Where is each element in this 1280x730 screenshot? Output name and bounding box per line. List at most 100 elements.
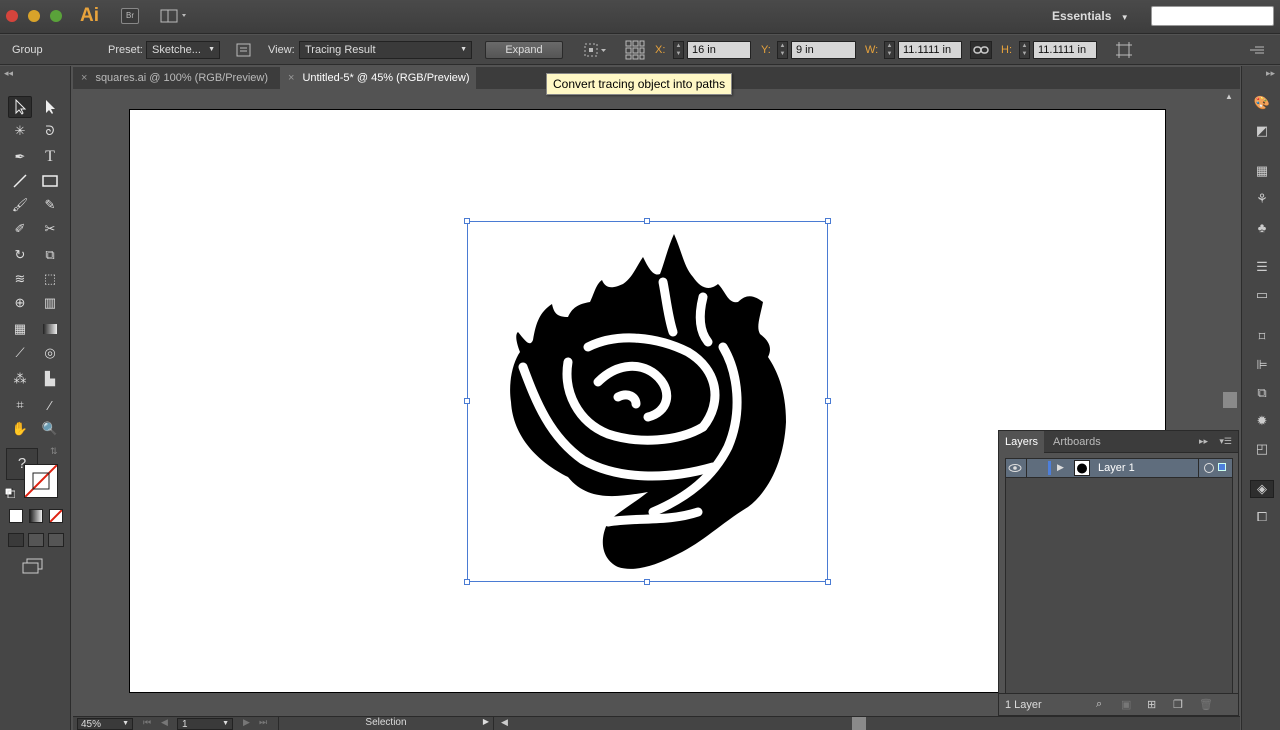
constrain-proportions-link-icon[interactable] [970, 41, 992, 59]
eyedropper-tool[interactable]: ⟋ [8, 342, 32, 364]
none-mode-button[interactable] [49, 509, 63, 523]
layers-panel-icon[interactable]: ◈ [1250, 480, 1274, 498]
collapse-panel-icon[interactable]: ▸▸ [1199, 436, 1208, 447]
draw-behind-icon[interactable] [28, 533, 44, 547]
eye-visibility-icon[interactable] [1008, 462, 1022, 474]
stroke-swatch[interactable] [24, 464, 58, 498]
workspace-switcher[interactable]: Essentials ▼ [1052, 9, 1129, 23]
slice-tool[interactable]: ⁄ [38, 394, 62, 416]
collapse-panel-icon[interactable]: ◂◂ [4, 68, 13, 79]
perspective-grid-tool[interactable]: ▥ [38, 292, 62, 314]
close-window-button[interactable] [6, 10, 18, 22]
magic-wand-tool[interactable]: ✳ [8, 120, 32, 142]
y-stepper[interactable]: ▲ ▼ [777, 41, 788, 59]
h-stepper[interactable]: ▲ ▼ [1019, 41, 1030, 59]
scale-tool[interactable]: ⧉ [38, 244, 62, 266]
rose-tracing-artwork[interactable] [468, 222, 829, 583]
make-clipping-mask-icon[interactable]: ▣ [1121, 698, 1131, 711]
y-field[interactable]: 9 in [791, 41, 856, 59]
draw-normal-icon[interactable] [8, 533, 24, 547]
scrollbar-thumb[interactable] [1223, 392, 1237, 408]
color-mode-button[interactable] [9, 509, 23, 523]
default-fill-stroke-icon[interactable] [4, 487, 16, 499]
blend-tool[interactable]: ◎ [38, 342, 62, 364]
swatches-panel-icon[interactable]: ▦ [1252, 162, 1272, 180]
first-artboard-icon[interactable]: ⏮ [143, 717, 151, 728]
mesh-tool[interactable]: ▦ [8, 318, 32, 340]
transform-panel-icon[interactable]: ⌑ [1252, 328, 1272, 346]
type-tool[interactable]: T [38, 146, 62, 168]
align-panel-icon[interactable]: ⊫ [1252, 356, 1272, 374]
layer-row[interactable]: ▶ Layer 1 [1005, 458, 1233, 478]
direct-selection-tool[interactable] [38, 96, 62, 118]
selection-bounding-box[interactable] [464, 218, 831, 585]
w-field[interactable]: 11.1111 in [898, 41, 962, 59]
free-transform-tool[interactable]: ⬚ [38, 268, 62, 290]
artboard-tool[interactable]: ⌗ [8, 394, 32, 416]
symbols-panel-icon[interactable]: ♣ [1252, 218, 1272, 236]
tab-untitled-5[interactable]: × Untitled-5* @ 45% (RGB/Preview) [280, 67, 476, 89]
view-dropdown[interactable]: Tracing Result ▼ [299, 41, 472, 59]
paintbrush-tool[interactable]: 🖌 [8, 194, 32, 216]
hand-tool[interactable]: ✋ [8, 418, 32, 440]
panel-menu-icon[interactable]: ▾☰ [1219, 436, 1232, 447]
align-selection-icon[interactable] [584, 43, 608, 57]
next-artboard-icon[interactable]: ▶ [243, 717, 250, 728]
control-panel-menu-icon[interactable] [1250, 44, 1264, 56]
pathfinder-panel-icon[interactable]: ⧉ [1252, 384, 1272, 402]
zoom-field[interactable]: 45% ▼ [77, 718, 133, 730]
shape-builder-tool[interactable]: ⊕ [8, 292, 32, 314]
previous-artboard-icon[interactable]: ◀ [161, 717, 168, 728]
draw-inside-icon[interactable] [48, 533, 64, 547]
arrange-documents-button[interactable] [160, 8, 188, 24]
new-sublayer-icon[interactable]: ⊞ [1147, 698, 1156, 711]
blob-brush-tool[interactable]: ✐ [8, 218, 32, 240]
x-field[interactable]: 16 in [687, 41, 751, 59]
color-guide-icon[interactable]: ◩ [1252, 122, 1272, 140]
lasso-tool[interactable]: ᘐ [38, 120, 62, 142]
zoom-tool[interactable]: 🔍 [38, 418, 62, 440]
graphic-styles-icon[interactable]: ◰ [1252, 440, 1272, 458]
line-segment-tool[interactable] [8, 170, 32, 192]
symbol-sprayer-tool[interactable]: ⁂ [8, 368, 32, 390]
expand-button[interactable]: Expand [485, 41, 563, 59]
layer-name[interactable]: Layer 1 [1098, 462, 1135, 474]
color-panel-icon[interactable]: 🎨 [1252, 94, 1272, 112]
reference-point-icon[interactable] [625, 40, 645, 60]
expand-panels-icon[interactable]: ▸▸ [1266, 68, 1275, 79]
gradient-tool[interactable] [38, 318, 62, 340]
horizontal-scrollbar-thumb[interactable] [852, 717, 866, 730]
scissors-tool[interactable]: ✂ [38, 218, 62, 240]
help-search-input[interactable] [1151, 6, 1274, 26]
disclosure-triangle-icon[interactable]: ▶ [1057, 462, 1064, 473]
h-field[interactable]: 11.1111 in [1033, 41, 1097, 59]
scroll-up-arrow-icon[interactable]: ▲ [1225, 92, 1233, 101]
rotate-tool[interactable]: ↻ [8, 244, 32, 266]
zoom-window-button[interactable] [50, 10, 62, 22]
stroke-panel-icon[interactable]: ☰ [1252, 258, 1272, 276]
close-icon[interactable]: × [81, 72, 87, 84]
gradient-panel-icon[interactable]: ▭ [1252, 286, 1272, 304]
tab-squares[interactable]: × squares.ai @ 100% (RGB/Preview) [73, 67, 274, 89]
appearance-panel-icon[interactable]: ✹ [1252, 412, 1272, 430]
screen-mode-icon[interactable] [22, 558, 44, 574]
rectangle-tool[interactable] [38, 170, 62, 192]
w-stepper[interactable]: ▲ ▼ [884, 41, 895, 59]
brushes-panel-icon[interactable]: ⚘ [1252, 190, 1272, 208]
gradient-mode-button[interactable] [29, 509, 43, 523]
width-tool[interactable]: ≋ [8, 268, 32, 290]
selection-square-icon[interactable] [1218, 463, 1226, 471]
bridge-button[interactable]: Br [121, 8, 139, 24]
trash-icon[interactable]: 🗑 [1199, 698, 1213, 711]
locate-object-icon[interactable]: ⌕ [1096, 698, 1102, 711]
transform-panel-icon[interactable] [1116, 42, 1132, 58]
minimize-window-button[interactable] [28, 10, 40, 22]
new-layer-icon[interactable]: ❐ [1173, 698, 1183, 711]
pencil-tool[interactable]: ✎ [38, 194, 62, 216]
target-circle-icon[interactable] [1204, 463, 1214, 473]
artboard-number-field[interactable]: 1 ▼ [177, 718, 233, 730]
close-icon[interactable]: × [288, 72, 294, 84]
artboards-panel-icon[interactable]: ⧠ [1252, 508, 1272, 526]
tab-layers[interactable]: Layers [999, 431, 1045, 453]
tracing-panel-icon[interactable] [236, 43, 252, 57]
